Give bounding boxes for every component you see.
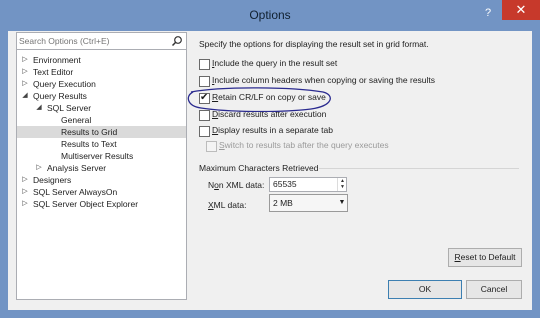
max-chars-group-label: Maximum Characters Retrieved (199, 163, 319, 173)
window-border-right (532, 31, 540, 318)
discard-results-label[interactable]: Discard results after execution (212, 109, 326, 119)
expand-icon[interactable]: ▷ (20, 186, 30, 198)
window-border-left (0, 31, 8, 318)
tree-item-sql-server[interactable]: SQL Server (47, 102, 91, 114)
title-bar[interactable]: Options ? ✕ (0, 0, 540, 31)
discard-results-checkbox[interactable] (199, 110, 210, 121)
window-border-bottom (0, 310, 540, 318)
include-headers-label[interactable]: Include column headers when copying or s… (212, 75, 435, 85)
help-button[interactable]: ? (480, 5, 496, 21)
xml-data-select[interactable]: 2 MB ▼ (269, 194, 348, 212)
options-dialog: Options ? ✕ ▷ Environment ▷ Text Editor … (0, 0, 540, 318)
include-headers-checkbox[interactable] (199, 76, 210, 87)
dialog-title: Options (249, 8, 291, 22)
tree-item-environment[interactable]: Environment (33, 54, 81, 66)
collapse-icon[interactable]: ◢ (34, 102, 44, 114)
search-input[interactable] (19, 33, 167, 49)
tree-item-sql-server-object-explorer[interactable]: SQL Server Object Explorer (33, 198, 138, 210)
tree-item-designers[interactable]: Designers (33, 174, 71, 186)
non-xml-data-value[interactable]: 65535 (273, 178, 297, 191)
retain-crlf-label[interactable]: Retain CR/LF on copy or save (212, 92, 326, 102)
options-tree[interactable]: ▷ Environment ▷ Text Editor ▷ Query Exec… (16, 49, 187, 300)
include-query-checkbox[interactable] (199, 59, 210, 70)
expand-icon[interactable]: ▷ (20, 66, 30, 78)
cancel-button[interactable]: Cancel (466, 280, 522, 299)
reset-to-default-button[interactable]: Reset to Default (448, 248, 522, 267)
chevron-down-icon[interactable]: ▼ (337, 195, 347, 211)
check-icon: ✔ (200, 92, 209, 103)
collapse-icon[interactable]: ◢ (20, 90, 30, 102)
tree-item-general[interactable]: General (61, 114, 91, 126)
search-box[interactable] (16, 32, 187, 50)
tree-item-query-results[interactable]: Query Results (33, 90, 87, 102)
expand-icon[interactable]: ▷ (20, 78, 30, 90)
tree-item-results-to-grid[interactable]: Results to Grid (61, 126, 117, 138)
expand-icon[interactable]: ▷ (20, 198, 30, 210)
include-query-label[interactable]: Include the query in the result set (212, 58, 337, 68)
expand-icon[interactable]: ▷ (20, 54, 30, 66)
separate-tab-checkbox[interactable] (199, 126, 210, 137)
expand-icon[interactable]: ▷ (34, 162, 44, 174)
tree-item-analysis-server[interactable]: Analysis Server (47, 162, 106, 174)
switch-to-results-checkbox (206, 141, 217, 152)
group-separator (319, 168, 519, 169)
expand-icon[interactable]: ▷ (20, 174, 30, 186)
non-xml-data-field[interactable]: 65535 ▲ ▼ (269, 177, 347, 192)
tree-item-results-to-text[interactable]: Results to Text (61, 138, 117, 150)
tree-item-text-editor[interactable]: Text Editor (33, 66, 73, 78)
ok-button[interactable]: OK (388, 280, 462, 299)
non-xml-data-label: Non XML data: (208, 180, 265, 190)
close-icon: ✕ (515, 2, 527, 17)
separate-tab-label[interactable]: Display results in a separate tab (212, 125, 333, 135)
tree-item-sql-server-alwayson[interactable]: SQL Server AlwaysOn (33, 186, 117, 198)
retain-crlf-checkbox[interactable]: ✔ (199, 92, 210, 104)
xml-data-label: XML data: (208, 200, 247, 210)
xml-data-value: 2 MB (273, 198, 293, 208)
tree-item-query-execution[interactable]: Query Execution (33, 78, 96, 90)
close-button[interactable]: ✕ (502, 0, 540, 20)
tree-item-multiserver-results[interactable]: Multiserver Results (61, 150, 133, 162)
search-icon[interactable] (169, 33, 185, 49)
switch-to-results-label: Switch to results tab after the query ex… (219, 140, 389, 150)
spin-down-icon[interactable]: ▼ (338, 184, 347, 190)
panel-description: Specify the options for displaying the r… (199, 39, 429, 49)
non-xml-spinner[interactable]: ▲ ▼ (337, 178, 347, 191)
